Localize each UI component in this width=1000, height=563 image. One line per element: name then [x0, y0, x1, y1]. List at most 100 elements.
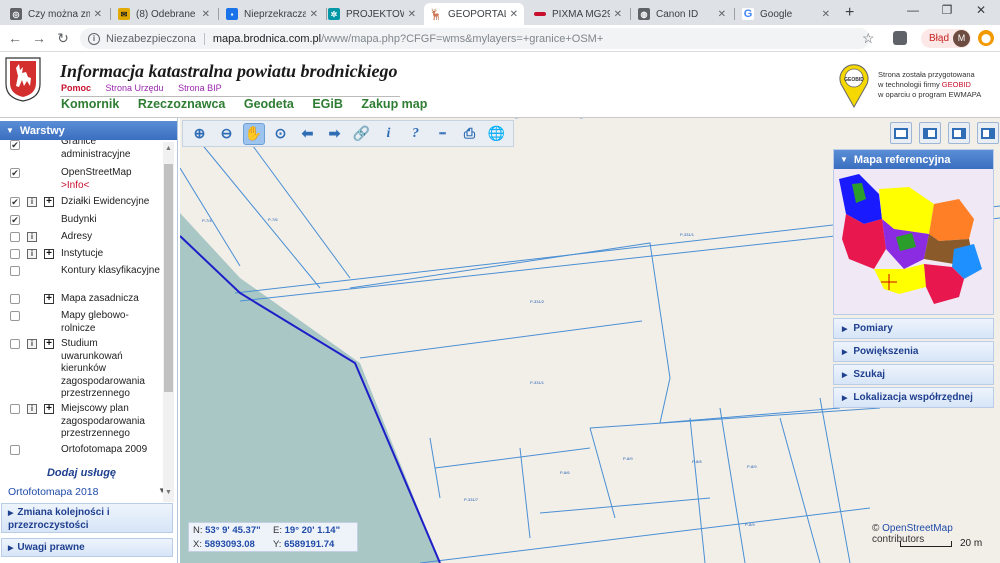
- layer-checkbox[interactable]: [10, 232, 20, 242]
- measure-ruler-icon[interactable]: ┉: [432, 123, 454, 145]
- expand-plus-icon[interactable]: +: [44, 294, 54, 304]
- menu-rzeczoznawca[interactable]: Rzeczoznawca: [138, 97, 226, 111]
- orthophoto-select[interactable]: Ortofotomapa 2018 ▼: [8, 486, 166, 498]
- forward-button[interactable]: →: [30, 29, 48, 47]
- section-szukaj[interactable]: ▶ Szukaj: [833, 364, 994, 385]
- browser-toolbar: ← → ↻ i Niezabezpieczona mapa.brodnica.c…: [0, 25, 1000, 52]
- back-button[interactable]: ←: [6, 29, 24, 47]
- layer-checkbox[interactable]: [10, 311, 20, 321]
- reference-map-header[interactable]: ▼ Mapa referencyjna: [834, 150, 993, 169]
- close-window-button[interactable]: ✕: [966, 3, 996, 17]
- info-icon[interactable]: i: [378, 123, 400, 145]
- zoom-in-icon[interactable]: ⊕: [189, 123, 211, 145]
- zoom-out-icon[interactable]: ⊖: [216, 123, 238, 145]
- menu-egib[interactable]: EGiB: [312, 97, 343, 111]
- globe-icon[interactable]: 🌐: [486, 123, 508, 145]
- layout-export-icon[interactable]: [948, 122, 970, 144]
- close-icon[interactable]: ✕: [614, 9, 622, 20]
- layer-checkbox[interactable]: [10, 445, 20, 455]
- tab-title: Google: [760, 8, 793, 20]
- menu-komornik[interactable]: Komornik: [61, 97, 119, 111]
- close-icon[interactable]: ✕: [822, 9, 830, 20]
- print-icon[interactable]: ⎙: [459, 123, 481, 145]
- coord-y-label: Y:: [273, 539, 282, 550]
- close-icon[interactable]: ✕: [408, 9, 416, 20]
- browser-tab[interactable]: ◍ Canon ID ✕: [632, 3, 732, 25]
- menu-geodeta[interactable]: Geodeta: [244, 97, 294, 111]
- browser-tab[interactable]: ◎ Czy można zm ✕: [4, 3, 108, 25]
- section-lokalizacja[interactable]: ▶ Lokalizacja współrzędnej: [833, 387, 994, 408]
- scroll-up-icon[interactable]: ▲: [164, 144, 173, 153]
- info-query-icon[interactable]: ?: [405, 123, 427, 145]
- expand-plus-icon[interactable]: +: [44, 249, 54, 259]
- close-icon[interactable]: ✕: [510, 9, 518, 20]
- section-pomiary[interactable]: ▶ Pomiary: [833, 318, 994, 339]
- layer-checkbox[interactable]: ✔: [10, 140, 20, 150]
- extension-icon[interactable]: [893, 31, 907, 45]
- close-icon[interactable]: ✕: [310, 9, 318, 20]
- section-order-transparency[interactable]: ▶ Zmiana kolejności i przezroczystości: [1, 503, 173, 533]
- header-links: Pomoc Strona Urzędu Strona BIP: [61, 83, 234, 93]
- section-powiekszenia[interactable]: ▶ Powiększenia: [833, 341, 994, 362]
- legend-icon[interactable]: i: [27, 404, 37, 414]
- layer-checkbox[interactable]: [10, 294, 20, 304]
- add-service-link[interactable]: Dodaj usługę: [0, 467, 163, 479]
- close-icon[interactable]: ✕: [718, 9, 726, 20]
- layout-right-panel-icon[interactable]: [977, 122, 999, 144]
- browser-tab-active[interactable]: 🦌 GEOPORTAL 2 ✕: [424, 3, 524, 25]
- new-tab-button[interactable]: +: [845, 4, 854, 22]
- legend-icon[interactable]: i: [27, 232, 37, 242]
- info-icon[interactable]: i: [88, 32, 100, 45]
- expand-plus-icon[interactable]: +: [44, 339, 54, 349]
- layer-info-link[interactable]: >Info<: [61, 180, 89, 191]
- layer-label: Kontury klasyfikacyjne: [61, 265, 160, 276]
- reference-map[interactable]: [834, 169, 993, 314]
- zoom-extent-icon[interactable]: ⊙: [270, 123, 292, 145]
- section-legal-notes[interactable]: ▶ Uwagi prawne: [1, 538, 173, 557]
- legend-icon[interactable]: i: [27, 249, 37, 259]
- browser-tab[interactable]: PIXMA MG295 ✕: [528, 3, 628, 25]
- layout-full-icon[interactable]: [890, 122, 912, 144]
- scrollbar-thumb[interactable]: [164, 164, 173, 392]
- expand-plus-icon[interactable]: +: [44, 404, 54, 414]
- layer-list-scrollbar[interactable]: ▲ ▼: [163, 142, 174, 502]
- browser-tab[interactable]: ▪ Nieprzekracza ✕: [220, 3, 324, 25]
- legend-icon[interactable]: i: [27, 197, 37, 207]
- bip-link[interactable]: Strona BIP: [178, 83, 222, 93]
- layer-checkbox[interactable]: [10, 339, 20, 349]
- layer-checkbox[interactable]: ✔: [10, 215, 20, 225]
- menu-zakup-map[interactable]: Zakup map: [361, 97, 427, 111]
- legend-icon[interactable]: i: [27, 339, 37, 349]
- close-icon[interactable]: ✕: [202, 9, 210, 20]
- tab-title: Czy można zm: [28, 8, 90, 20]
- expand-plus-icon[interactable]: +: [44, 197, 54, 207]
- reload-button[interactable]: ↻: [54, 29, 72, 47]
- pan-hand-icon[interactable]: ✋: [242, 122, 265, 145]
- arrow-left-icon[interactable]: ⬅: [297, 123, 319, 145]
- vendor-name[interactable]: GEOBID: [942, 80, 971, 89]
- link-icon[interactable]: 🔗: [351, 123, 373, 145]
- browser-tab[interactable]: G Google ✕: [736, 3, 836, 25]
- minimize-button[interactable]: —: [898, 3, 928, 17]
- maximize-button[interactable]: ❐: [932, 3, 962, 17]
- osm-link[interactable]: OpenStreetMap: [882, 523, 953, 534]
- office-site-link[interactable]: Strona Urzędu: [106, 83, 164, 93]
- browser-tab[interactable]: ✲ PROJEKTOWA ✕: [322, 3, 422, 25]
- layout-left-panel-icon[interactable]: [919, 122, 941, 144]
- layer-checkbox[interactable]: [10, 266, 20, 276]
- address-bar[interactable]: i Niezabezpieczona mapa.brodnica.com.pl …: [80, 28, 870, 49]
- layers-panel-header[interactable]: ▼ Warstwy: [0, 121, 177, 140]
- layer-checkbox[interactable]: ✔: [10, 168, 20, 178]
- scroll-down-icon[interactable]: ▼: [164, 488, 173, 497]
- help-link[interactable]: Pomoc: [61, 83, 91, 93]
- browser-tab[interactable]: ✉ (8) Odebrane ✕: [112, 3, 216, 25]
- browser-menu-icon[interactable]: ⬤: [978, 30, 994, 46]
- layer-checkbox[interactable]: [10, 249, 20, 259]
- layer-checkbox[interactable]: ✔: [10, 197, 20, 207]
- avatar[interactable]: M: [953, 30, 970, 47]
- close-icon[interactable]: ✕: [94, 9, 102, 20]
- arrow-right-icon[interactable]: ➡: [324, 123, 346, 145]
- layer-label: Instytucje: [61, 248, 104, 259]
- bookmark-star-icon[interactable]: ☆: [862, 30, 875, 47]
- layer-checkbox[interactable]: [10, 404, 20, 414]
